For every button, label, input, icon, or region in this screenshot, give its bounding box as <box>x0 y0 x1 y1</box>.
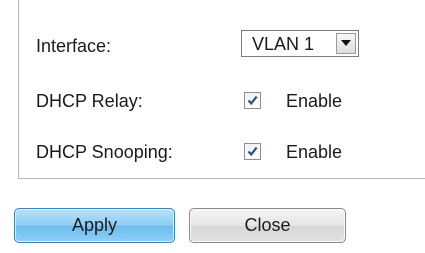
dropdown-button[interactable] <box>336 33 356 54</box>
dhcp-snooping-enable-label: Enable <box>286 142 343 162</box>
dhcp-relay-checkbox[interactable] <box>244 92 261 109</box>
interface-select-value: VLAN 1 <box>252 34 315 54</box>
dhcp-relay-enable-label: Enable <box>286 91 343 111</box>
interface-select[interactable]: VLAN 1 <box>241 30 359 57</box>
check-icon <box>247 146 258 157</box>
dhcp-snooping-checkbox[interactable] <box>244 143 261 160</box>
interface-label: Interface: <box>36 36 112 56</box>
close-button[interactable]: Close <box>189 208 346 243</box>
dhcp-relay-label: DHCP Relay: <box>36 91 143 111</box>
check-icon <box>247 95 258 106</box>
apply-button[interactable]: Apply <box>14 208 175 243</box>
chevron-down-icon <box>341 40 351 46</box>
dialog: Interface: VLAN 1 DHCP Relay: Enable DHC… <box>0 0 425 253</box>
dhcp-snooping-label: DHCP Snooping: <box>36 142 173 162</box>
